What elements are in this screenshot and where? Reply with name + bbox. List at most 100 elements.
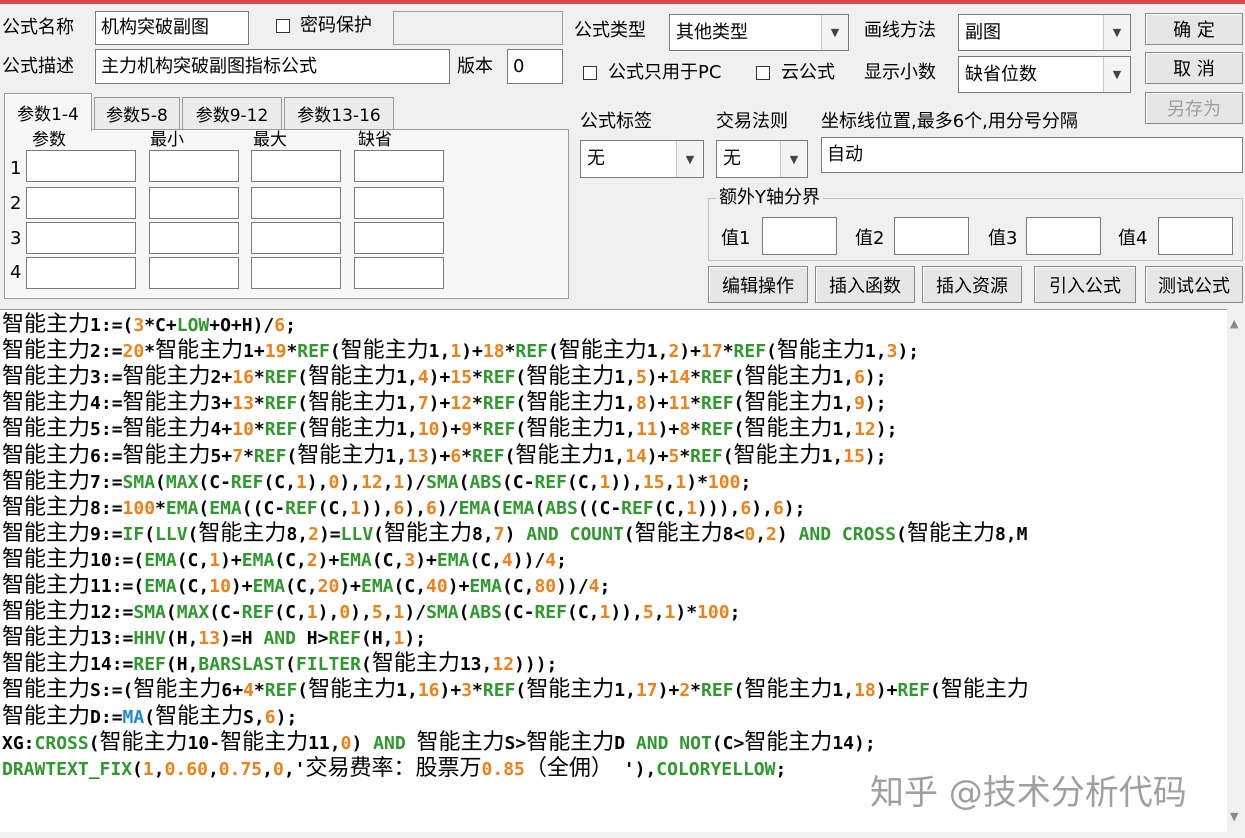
param-1-max-input[interactable] [251, 150, 341, 182]
code-line: 智能主力7:=SMA(MAX(C-REF(C,1),0),12,1)/SMA(A… [2, 468, 752, 494]
formula-name-input[interactable]: 机构突破副图 [95, 11, 249, 45]
draw-method-value: 副图 [965, 22, 1001, 43]
code-line: 智能主力13:=HHV(H,13)=H AND H>REF(H,1); [2, 625, 427, 651]
password-checkbox[interactable] [276, 19, 290, 33]
test-formula-button[interactable]: 测试公式 [1145, 266, 1243, 303]
chevron-down-icon[interactable]: ▼ [821, 15, 848, 50]
code-line: 智能主力3:=智能主力2+16*REF(智能主力1,4)+15*REF(智能主力… [2, 364, 887, 390]
param-3-min-input[interactable] [149, 222, 239, 254]
editor-scrollbar[interactable]: ▲ ▼ [1227, 309, 1245, 831]
param-4-name-input[interactable] [26, 257, 136, 289]
y-value-3-input[interactable] [1026, 217, 1101, 255]
password-label: 密码保护 [300, 15, 372, 36]
y-value-3-label: 值3 [988, 228, 1018, 249]
scroll-up-icon[interactable]: ▲ [1230, 317, 1238, 330]
watermark: 知乎 @技术分析代码 [870, 773, 1187, 813]
param-3-name-input[interactable] [26, 222, 136, 254]
param-3-max-input[interactable] [251, 222, 341, 254]
tab-params-5-8[interactable]: 参数5-8 [94, 97, 180, 129]
code-line: 智能主力2:=20*智能主力1+19*REF(智能主力1,1)+18*REF(智… [2, 338, 920, 364]
tab-params-9-12[interactable]: 参数9-12 [182, 97, 282, 129]
param-header-name: 参数 [32, 130, 66, 150]
decimal-select[interactable]: 缺省位数 ▼ [958, 56, 1131, 93]
param-1-name-input[interactable] [26, 150, 136, 182]
param-2-name-input[interactable] [26, 187, 136, 219]
code-line: 智能主力9:=IF(LLV(智能主力8,2)=LLV(智能主力8,7) AND … [2, 520, 1028, 546]
y-value-2-input[interactable] [894, 217, 969, 255]
trade-rule-value: 无 [723, 148, 741, 169]
y-value-4-label: 值4 [1118, 228, 1148, 249]
code-line: 智能主力10:=(EMA(C,1)+EMA(C,2)+EMA(C,3)+EMA(… [2, 546, 567, 572]
code-line: 智能主力S:=(智能主力6+4*REF(智能主力1,16)+3*REF(智能主力… [2, 677, 1029, 703]
formula-code-editor[interactable]: 智能主力1:=(3*C+LOW+O+H)/6; 智能主力2:=20*智能主力1+1… [0, 309, 1227, 832]
param-1-default-input[interactable] [354, 150, 444, 182]
insert-function-button[interactable]: 插入函数 [815, 266, 915, 303]
coord-lines-input[interactable]: 自动 [821, 137, 1243, 173]
pc-only-checkbox[interactable] [583, 66, 597, 80]
import-formula-button[interactable]: 引入公式 [1034, 266, 1136, 303]
scroll-down-icon[interactable]: ▼ [1230, 810, 1238, 823]
cancel-button[interactable]: 取 消 [1145, 52, 1243, 84]
code-line: 智能主力D:=MA(智能主力S,6); [2, 703, 298, 729]
tab-params-13-16[interactable]: 参数13-16 [284, 97, 394, 129]
cloud-checkbox[interactable] [756, 66, 770, 80]
pc-only-label: 公式只用于PC [608, 62, 722, 83]
y-value-4-input[interactable] [1158, 217, 1233, 255]
code-line: 智能主力4:=智能主力3+13*REF(智能主力1,7)+12*REF(智能主力… [2, 390, 887, 416]
formula-type-select[interactable]: 其他类型 ▼ [669, 14, 849, 51]
param-row-3-label: 3 [10, 228, 22, 249]
y-value-1-input[interactable] [762, 217, 837, 255]
formula-tag-select[interactable]: 无 ▼ [580, 140, 704, 178]
code-line: 智能主力8:=100*EMA(EMA((C-REF(C,1)),6),6)/EM… [2, 494, 806, 520]
version-label: 版本 [457, 56, 493, 77]
y-value-2-label: 值2 [855, 228, 885, 249]
formula-name-label: 公式名称 [2, 17, 74, 38]
y-value-1-label: 值1 [721, 228, 751, 249]
param-row-1-label: 1 [10, 158, 22, 179]
chevron-down-icon[interactable]: ▼ [780, 141, 807, 177]
extra-y-axis-label: 额外Y轴分界 [716, 186, 823, 210]
param-2-default-input[interactable] [354, 187, 444, 219]
version-input[interactable]: 0 [507, 49, 563, 84]
draw-method-select[interactable]: 副图 ▼ [958, 14, 1131, 51]
insert-resource-button[interactable]: 插入资源 [922, 266, 1022, 303]
password-input[interactable] [393, 11, 563, 45]
code-line: XG:CROSS(智能主力10-智能主力11,0) AND 智能主力S>智能主力… [2, 729, 876, 755]
param-1-min-input[interactable] [149, 150, 239, 182]
trade-rule-label: 交易法则 [716, 111, 788, 132]
coord-lines-label: 坐标线位置,最多6个,用分号分隔 [821, 111, 1078, 132]
code-line: 智能主力12:=SMA(MAX(C-REF(C,1),0),5,1)/SMA(A… [2, 599, 741, 625]
param-2-max-input[interactable] [251, 187, 341, 219]
param-header-max: 最大 [253, 130, 287, 150]
param-4-min-input[interactable] [149, 257, 239, 289]
window-top-accent [0, 0, 1245, 4]
param-3-default-input[interactable] [354, 222, 444, 254]
chevron-down-icon[interactable]: ▼ [1103, 57, 1130, 92]
formula-type-label: 公式类型 [574, 20, 646, 41]
decimal-value: 缺省位数 [965, 64, 1037, 85]
param-2-min-input[interactable] [149, 187, 239, 219]
decimal-label: 显示小数 [864, 62, 936, 83]
chevron-down-icon[interactable]: ▼ [676, 141, 703, 177]
formula-tag-value: 无 [587, 148, 605, 169]
param-row-4-label: 4 [10, 262, 22, 283]
formula-desc-input[interactable]: 主力机构突破副图指标公式 [95, 49, 450, 84]
trade-rule-select[interactable]: 无 ▼ [716, 140, 808, 178]
save-as-button[interactable]: 另存为 [1145, 92, 1243, 124]
cloud-label: 云公式 [781, 62, 835, 83]
param-4-max-input[interactable] [251, 257, 341, 289]
code-line: 智能主力14:=REF(H,BARSLAST(FILTER(智能主力13,12)… [2, 651, 558, 677]
ok-button[interactable]: 确 定 [1145, 13, 1243, 45]
chevron-down-icon[interactable]: ▼ [1103, 15, 1130, 50]
formula-type-value: 其他类型 [676, 22, 748, 43]
code-line: 智能主力6:=智能主力5+7*REF(智能主力1,13)+6*REF(智能主力1… [2, 442, 887, 468]
code-line: 智能主力5:=智能主力4+10*REF(智能主力1,10)+9*REF(智能主力… [2, 416, 898, 442]
code-line: 智能主力11:=(EMA(C,10)+EMA(C,20)+EMA(C,40)+E… [2, 573, 611, 598]
param-row-2-label: 2 [10, 193, 22, 214]
formula-tag-label: 公式标签 [580, 111, 652, 132]
edit-operations-button[interactable]: 编辑操作 [708, 266, 808, 303]
tab-params-1-4[interactable]: 参数1-4 [4, 93, 92, 131]
param-header-min: 最小 [150, 130, 184, 150]
param-4-default-input[interactable] [354, 257, 444, 289]
code-line: 智能主力1:=(3*C+LOW+O+H)/6; [2, 312, 296, 337]
